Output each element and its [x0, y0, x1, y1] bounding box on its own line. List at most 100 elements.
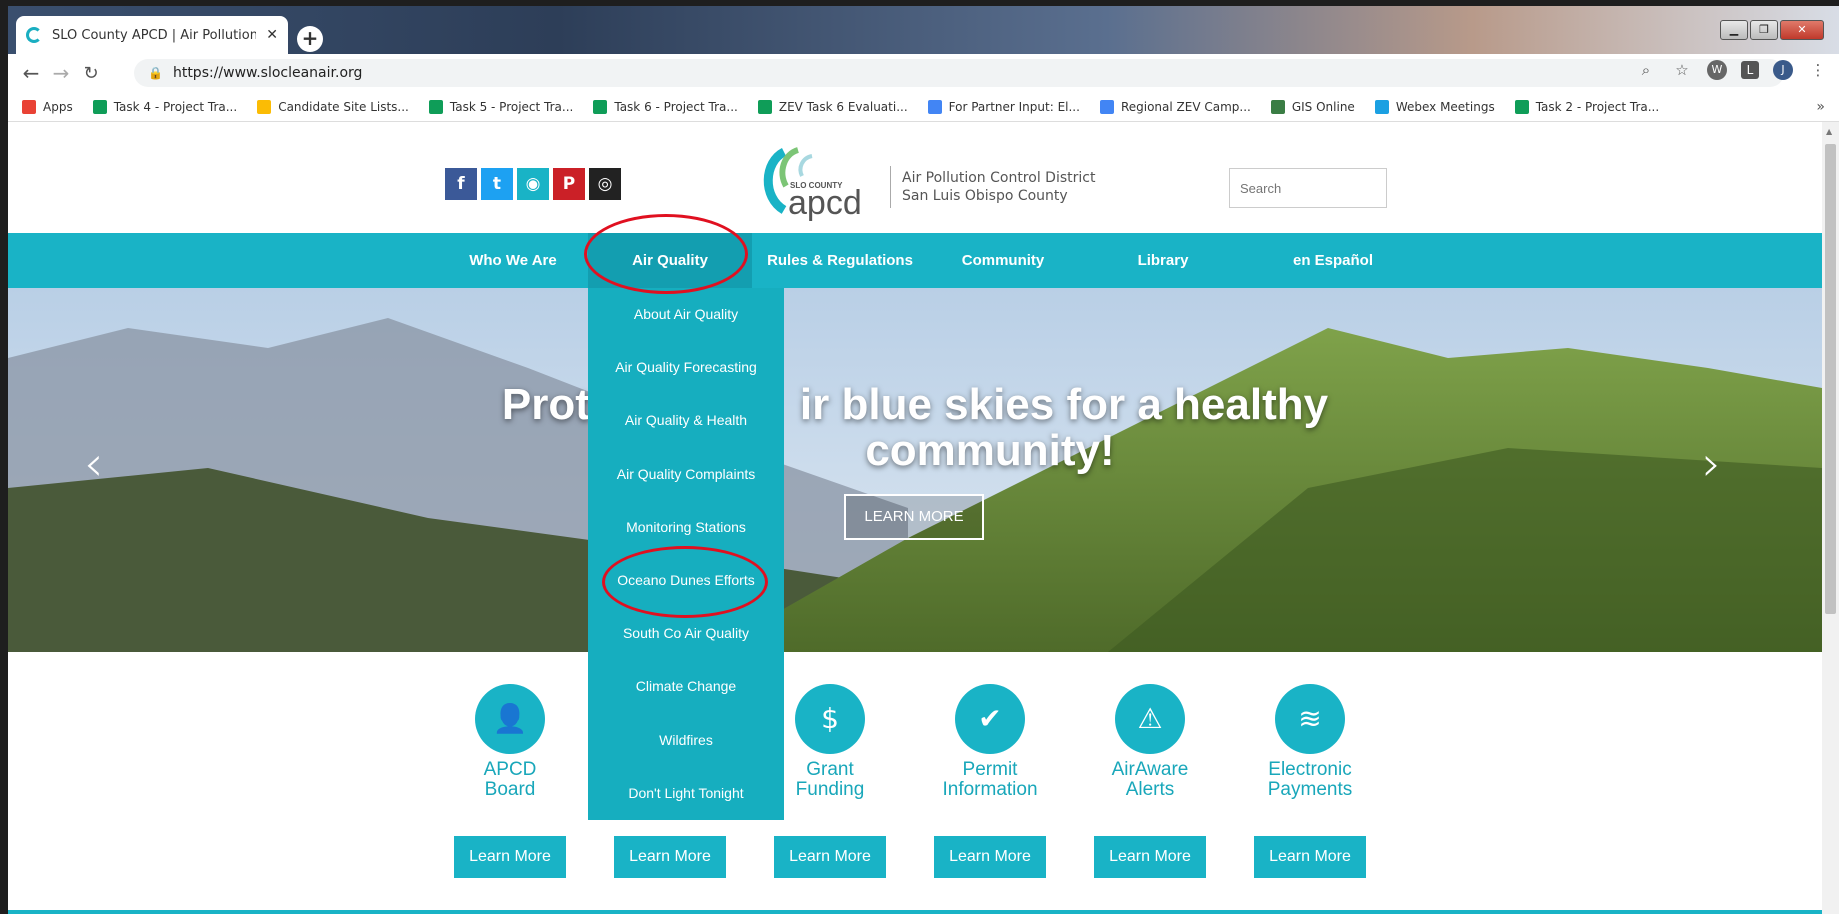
menu-kebab-icon[interactable]: ⋮: [1807, 59, 1829, 81]
bookmark-label: Candidate Site Lists...: [278, 99, 409, 114]
dropdown-item[interactable]: Air Quality Forecasting: [588, 341, 784, 394]
bookmark-label: Task 6 - Project Tra...: [614, 99, 738, 114]
hero-headline-left: Prot: [501, 380, 590, 429]
bookmark-favicon-icon: [1514, 99, 1529, 114]
dropdown-item[interactable]: About Air Quality: [588, 288, 784, 341]
bookmark-favicon-icon: [1374, 99, 1389, 114]
wordpress-extension-icon[interactable]: W: [1707, 60, 1727, 80]
zoom-icon[interactable]: ⌕: [1635, 59, 1657, 81]
learn-more-button[interactable]: Learn More: [614, 836, 726, 878]
bookmark-label: Webex Meetings: [1395, 99, 1495, 114]
service-label: Payments: [1267, 779, 1353, 800]
hero-headline-line1: Prot ir blue skies for a healthy: [8, 380, 1822, 430]
reload-icon[interactable]: ↻: [76, 63, 106, 84]
bookmark-item[interactable]: Webex Meetings: [1374, 99, 1495, 114]
bookmark-label: Task 4 - Project Tra...: [113, 99, 238, 114]
scrollbar-thumb[interactable]: [1825, 144, 1836, 614]
facebook-icon[interactable]: f: [445, 168, 477, 200]
learn-more-button[interactable]: Learn More: [934, 836, 1046, 878]
back-arrow-icon[interactable]: ←: [16, 61, 46, 85]
bookmark-label: Apps: [43, 99, 73, 114]
scroll-up-icon[interactable]: ▲: [1826, 127, 1832, 136]
learn-more-button[interactable]: Learn More: [454, 836, 566, 878]
highlight-circle-air-quality: [584, 214, 748, 294]
podcast-icon[interactable]: ◉: [517, 168, 549, 200]
bookmark-favicon-icon: [757, 99, 772, 114]
profile-avatar[interactable]: J: [1773, 60, 1793, 80]
forward-arrow-icon[interactable]: →: [46, 61, 76, 85]
bookmark-item[interactable]: Task 6 - Project Tra...: [593, 99, 738, 114]
bookmark-item[interactable]: ZEV Task 6 Evaluati...: [757, 99, 908, 114]
close-tab-icon[interactable]: ✕: [266, 27, 278, 43]
twitter-icon[interactable]: t: [481, 168, 513, 200]
bookmark-item[interactable]: Apps: [22, 99, 73, 114]
instagram-icon[interactable]: ◎: [589, 168, 621, 200]
bookmark-label: For Partner Input: El...: [948, 99, 1080, 114]
url-text: https://www.slocleanair.org: [172, 65, 363, 81]
service-label: Board: [484, 779, 536, 800]
bookmark-item[interactable]: Task 4 - Project Tra...: [92, 99, 238, 114]
apcd-logo-icon: SLO COUNTY apcd: [763, 147, 862, 222]
bookmark-star-icon[interactable]: ☆: [1671, 59, 1693, 81]
service-card[interactable]: ⚠ AirAware Alerts: [1080, 684, 1220, 800]
carousel-next-icon[interactable]: ›: [1702, 436, 1721, 492]
bookmark-item[interactable]: Regional ZEV Camp...: [1099, 99, 1251, 114]
nav-rules-regulations[interactable]: Rules & Regulations: [758, 233, 922, 288]
hero-headline-line2: community!: [865, 426, 1115, 475]
address-bar[interactable]: 🔒 https://www.slocleanair.org: [134, 59, 1784, 87]
bookmark-item[interactable]: GIS Online: [1270, 99, 1355, 114]
tab-title: SLO County APCD | Air Pollution: [52, 27, 257, 43]
learn-more-button[interactable]: Learn More: [1094, 836, 1206, 878]
bookmark-label: ZEV Task 6 Evaluati...: [778, 99, 908, 114]
org-county: San Luis Obispo County: [902, 188, 1068, 204]
nav-who-we-are[interactable]: Who We Are: [448, 233, 578, 288]
bookmark-favicon-icon: [593, 99, 608, 114]
dropdown-item[interactable]: Wildfires: [588, 714, 784, 767]
bookmark-item[interactable]: Task 5 - Project Tra...: [428, 99, 573, 114]
bookmark-item[interactable]: For Partner Input: El...: [927, 99, 1080, 114]
carousel-prev-icon[interactable]: ‹: [84, 436, 103, 492]
more-bookmarks-icon[interactable]: »: [1816, 99, 1825, 115]
new-tab-button[interactable]: +: [297, 26, 323, 52]
restore-button[interactable]: ❐: [1750, 20, 1778, 40]
service-card[interactable]: ✔ Permit Information: [920, 684, 1060, 800]
bookmark-item[interactable]: Candidate Site Lists...: [257, 99, 409, 114]
service-card[interactable]: 👤 APCD Board: [440, 684, 580, 800]
l-extension-icon[interactable]: L: [1741, 61, 1759, 79]
service-label: AirAware: [1111, 759, 1189, 780]
bookmark-item[interactable]: Task 2 - Project Tra...: [1514, 99, 1659, 114]
nav-en-espanol[interactable]: en Español: [1248, 233, 1418, 288]
service-label: Permit: [962, 759, 1018, 780]
site-favicon-icon: [26, 27, 42, 43]
dropdown-item[interactable]: Don't Light Tonight: [588, 767, 784, 820]
social-links: f t ◉ P ◎: [445, 168, 621, 200]
learn-more-button[interactable]: Learn More: [774, 836, 886, 878]
dropdown-item[interactable]: Air Quality Complaints: [588, 448, 784, 501]
hero-learn-more-button[interactable]: LEARN MORE: [844, 494, 984, 540]
service-icon: $: [795, 684, 865, 754]
page-scrollbar[interactable]: ▲: [1822, 122, 1839, 914]
apcd-logo[interactable]: SLO COUNTY apcd Air Pollution Control Di…: [754, 142, 1095, 222]
service-card[interactable]: ≋ Electronic Payments: [1240, 684, 1380, 800]
bookmark-favicon-icon: [1270, 99, 1285, 114]
footer-band: [8, 910, 1822, 914]
bookmark-favicon-icon: [92, 99, 107, 114]
lock-icon: 🔒: [148, 66, 163, 80]
service-icon: 👤: [475, 684, 545, 754]
service-icon: ⚠: [1115, 684, 1185, 754]
minimize-button[interactable]: ▁: [1720, 20, 1748, 40]
dropdown-item[interactable]: Air Quality & Health: [588, 394, 784, 447]
browser-tab[interactable]: SLO County APCD | Air Pollution ✕: [16, 16, 288, 54]
search-input[interactable]: [1229, 168, 1387, 208]
nav-community[interactable]: Community: [928, 233, 1078, 288]
apps-grid-icon: [22, 99, 36, 114]
bookmarks-bar: Apps Task 4 - Project Tra... Candidate Sit…: [8, 92, 1839, 122]
web-page: f t ◉ P ◎ SLO COUNTY apcd Air Pollution Cont…: [8, 122, 1822, 914]
dropdown-item[interactable]: Climate Change: [588, 660, 784, 713]
service-label: Electronic: [1268, 759, 1352, 780]
close-window-button[interactable]: ✕: [1780, 20, 1824, 40]
pinterest-icon[interactable]: P: [553, 168, 585, 200]
learn-more-button[interactable]: Learn More: [1254, 836, 1366, 878]
hero-headline-right: ir blue skies for a healthy: [799, 380, 1329, 429]
nav-library[interactable]: Library: [1088, 233, 1238, 288]
